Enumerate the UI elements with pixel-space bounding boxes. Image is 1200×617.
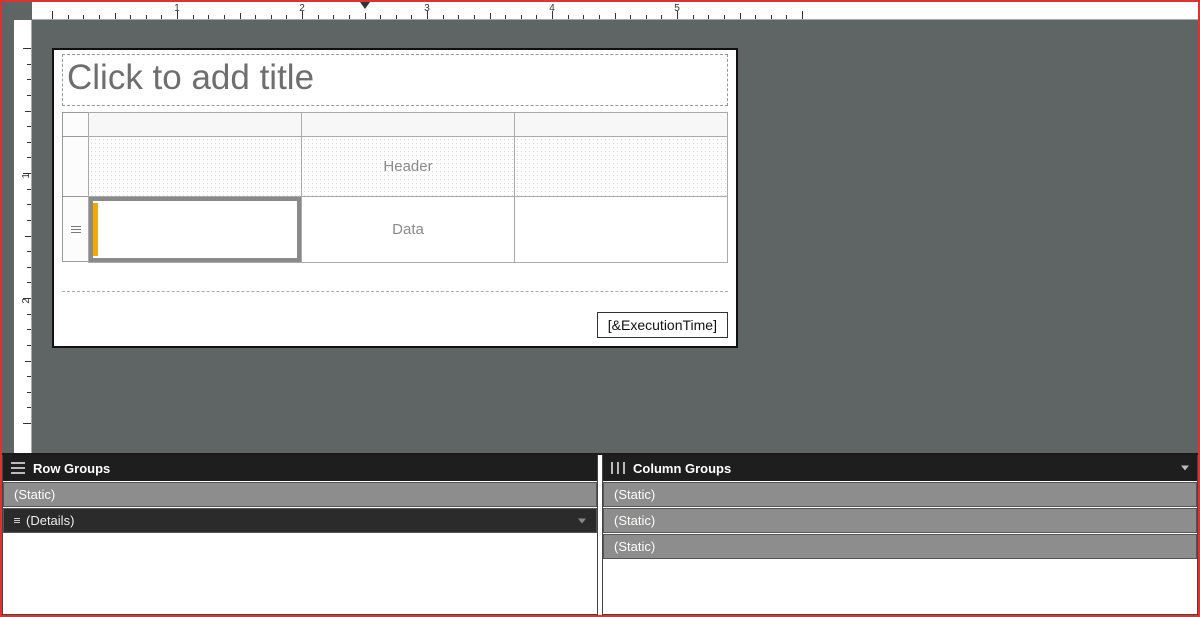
ruler-vertical[interactable]: 12 <box>14 20 32 453</box>
report-designer-window: 12345 12 Click to add title <box>0 0 1200 617</box>
column-groups-list: (Static) (Static) (Static) <box>603 481 1197 614</box>
ruler-v-label: 1 <box>22 173 33 179</box>
column-groups-header[interactable]: Column Groups <box>603 455 1197 481</box>
ruler-horizontal[interactable]: 1 2 3 4 5 <box>32 2 1198 20</box>
column-groups-title: Column Groups <box>633 461 731 476</box>
ruler-h-label: 2 <box>299 3 305 14</box>
report-title-placeholder[interactable]: Click to add title <box>62 54 728 106</box>
row-groups-icon <box>11 462 25 474</box>
tablix-data-cell[interactable]: Data <box>302 197 515 263</box>
ruler-v-label: 2 <box>22 298 33 304</box>
column-header-cell[interactable] <box>89 113 302 137</box>
tablix-header-row-handle[interactable] <box>62 136 88 196</box>
column-group-label: (Static) <box>614 539 655 554</box>
details-handle-icon <box>14 518 20 523</box>
tablix-header-cell[interactable] <box>89 137 302 197</box>
grouping-pane: Row Groups (Static) (Details) Column Grou… <box>2 455 1198 615</box>
tablix-table[interactable]: Header Data <box>88 112 728 263</box>
row-groups-list: (Static) (Details) <box>3 481 597 614</box>
column-groups-panel: Column Groups (Static) (Static) (Static) <box>602 455 1198 615</box>
tablix-header-cell[interactable]: Header <box>302 137 515 197</box>
column-group-label: (Static) <box>614 513 655 528</box>
column-group-label: (Static) <box>614 487 655 502</box>
row-group-label: (Details) <box>26 513 74 528</box>
ruler-h-label: 3 <box>424 3 430 14</box>
body-footer-separator <box>62 291 728 292</box>
row-groups-header[interactable]: Row Groups <box>3 455 597 481</box>
tablix-header-cell[interactable] <box>515 137 728 197</box>
column-group-item[interactable]: (Static) <box>603 534 1197 559</box>
tablix-data-row-handle[interactable] <box>62 196 88 262</box>
selection-border <box>89 197 301 262</box>
report-page[interactable]: Click to add title <box>52 48 738 348</box>
row-group-item[interactable]: (Details) <box>3 508 597 533</box>
row-group-item[interactable]: (Static) <box>3 482 597 507</box>
column-group-item[interactable]: (Static) <box>603 482 1197 507</box>
ruler-h-label: 4 <box>549 3 555 14</box>
tablix-corner-handle[interactable] <box>62 112 88 136</box>
tablix-row-handles <box>62 112 88 263</box>
tablix-region[interactable]: Header Data <box>62 112 728 263</box>
tablix-data-cell[interactable] <box>515 197 728 263</box>
ruler-caret-icon <box>360 2 370 9</box>
ruler-h-label: 5 <box>674 3 680 14</box>
row-groups-panel: Row Groups (Static) (Details) <box>2 455 598 615</box>
execution-time-textbox[interactable]: [&ExecutionTime] <box>597 312 728 338</box>
row-group-label: (Static) <box>14 487 55 502</box>
selection-caret <box>93 203 98 256</box>
column-groups-menu-caret-icon[interactable] <box>1181 466 1189 471</box>
design-surface[interactable]: 12345 12 Click to add title <box>2 2 1198 455</box>
tablix-data-cell-selected[interactable] <box>89 197 302 263</box>
column-header-cell[interactable] <box>302 113 515 137</box>
details-row-icon <box>71 226 81 233</box>
column-group-item[interactable]: (Static) <box>603 508 1197 533</box>
ruler-h-label: 1 <box>174 3 180 14</box>
column-groups-icon <box>611 462 625 474</box>
column-header-cell[interactable] <box>515 113 728 137</box>
row-groups-title: Row Groups <box>33 461 110 476</box>
